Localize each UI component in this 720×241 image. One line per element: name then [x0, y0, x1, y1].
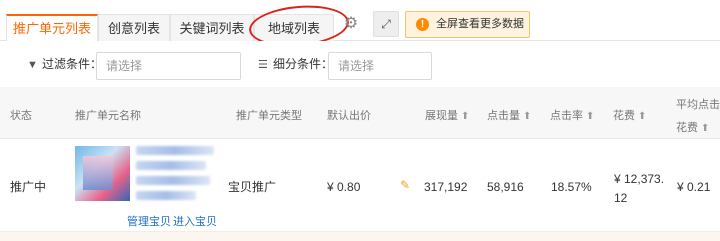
sort-arrow-icon[interactable]: ⬆ [461, 109, 469, 125]
th-unit-type: 推广单元类型 [236, 110, 302, 122]
product-thumbnail[interactable] [75, 146, 130, 201]
manage-items-link[interactable]: 管理宝贝 [127, 215, 171, 229]
impressions-value: 317,192 [424, 180, 468, 194]
segment-label: ☰ 细分条件： [258, 57, 334, 71]
clicks-value: 58,916 [487, 180, 524, 194]
tab-bar: 推广单元列表 创意列表 关键词列表 地域列表 ⚙ ⤢ ! 全屏查看更多数据 [0, 0, 720, 51]
status-text: 推广中 [10, 180, 47, 194]
th-avg-cpc[interactable]: 平均点击 花费 ⬆ [676, 97, 720, 137]
th-unit-name: 推广单元名称 [75, 110, 141, 122]
cost-value: ¥ 12,373. 12 [614, 172, 665, 205]
list-icon: ☰ [258, 59, 268, 71]
default-bid-value: ¥ 0.80 [327, 180, 361, 194]
table-row: 推广中 管理宝贝 进入宝贝 宝贝推广 ¥ 0.80 ✎ 317,192 58,9… [0, 139, 720, 231]
funnel-icon: ▼ [27, 59, 38, 71]
segment-select[interactable]: 请选择 [328, 52, 432, 80]
product-title-blurred [136, 146, 216, 204]
th-cost[interactable]: 花费 ⬆ [613, 108, 646, 125]
ctr-value: 18.57% [551, 180, 592, 194]
fullscreen-label: 全屏查看更多数据 [436, 18, 524, 30]
unit-type-text: 宝贝推广 [228, 180, 277, 194]
tab-creatives[interactable]: 创意列表 [98, 14, 170, 42]
th-clicks[interactable]: 点击量 ⬆ [487, 108, 531, 125]
tab-promotion-units[interactable]: 推广单元列表 [6, 14, 98, 42]
tab-keywords[interactable]: 关键词列表 [170, 14, 254, 42]
sort-arrow-icon[interactable]: ⬆ [638, 109, 646, 125]
table-header: 状态 推广单元名称 推广单元类型 默认出价 展现量 ⬆ 点击量 ⬆ 点击率 ⬆ 花费 ⬆… [0, 87, 720, 139]
pencil-icon[interactable]: ✎ [400, 178, 410, 192]
th-ctr[interactable]: 点击率 ⬆ [550, 108, 594, 125]
th-status: 状态 [10, 110, 32, 122]
filter-row: ▼ 过滤条件： 请选择 ☰ 细分条件： 请选择 [0, 41, 720, 87]
filter-label: ▼ 过滤条件： [27, 57, 103, 71]
gear-icon[interactable]: ⚙ [341, 14, 361, 34]
expand-icon[interactable]: ⤢ [373, 11, 399, 37]
sort-arrow-icon[interactable]: ⬆ [523, 109, 531, 125]
avg-cpc-value: ¥ 0.21 [677, 180, 711, 194]
enter-items-link[interactable]: 进入宝贝 [173, 215, 217, 229]
th-default-bid: 默认出价 [327, 110, 371, 122]
filter-select[interactable]: 请选择 [96, 52, 241, 80]
footer-strip [0, 231, 720, 241]
fullscreen-button[interactable]: ! 全屏查看更多数据 [405, 11, 530, 38]
th-impressions[interactable]: 展现量 ⬆ [425, 108, 469, 125]
sort-arrow-icon[interactable]: ⬆ [586, 109, 594, 125]
warning-icon: ! [416, 18, 429, 31]
sort-arrow-icon[interactable]: ⬆ [701, 121, 709, 137]
